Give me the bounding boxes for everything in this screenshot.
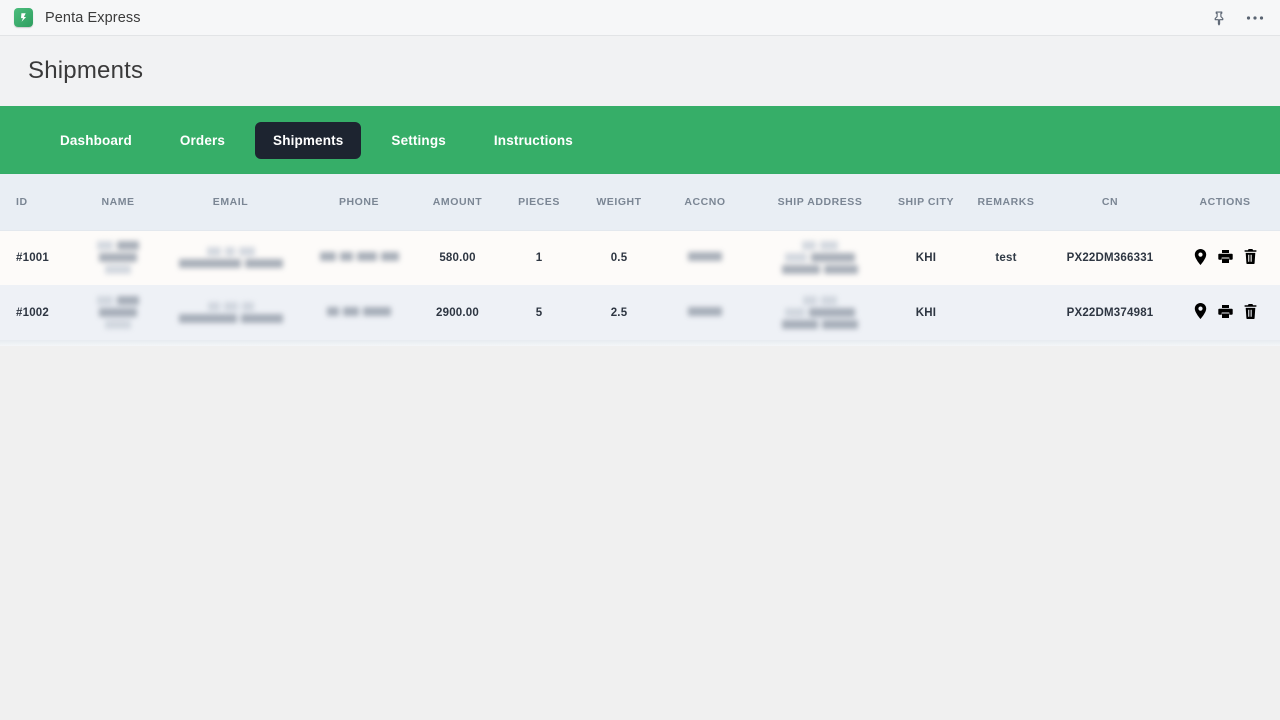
cell-actions	[1170, 285, 1280, 340]
delete-icon[interactable]	[1242, 303, 1258, 320]
redacted-name	[97, 296, 139, 329]
cell-email	[158, 285, 303, 340]
page-background	[0, 346, 1280, 688]
col-header-phone[interactable]: PHONE	[303, 174, 415, 231]
redacted-accno	[688, 306, 722, 316]
col-header-weight[interactable]: WEIGHT	[578, 174, 660, 231]
cell-weight: 2.5	[610, 306, 628, 319]
col-header-amount[interactable]: AMOUNT	[415, 174, 500, 231]
cell-pieces: 5	[535, 306, 543, 319]
cell-cn: PX22DM374981	[1066, 306, 1154, 319]
redacted-ship-address	[782, 296, 858, 329]
app-title: Penta Express	[45, 9, 141, 26]
track-location-icon[interactable]	[1192, 248, 1208, 265]
redacted-phone	[319, 251, 399, 261]
table-body: #1001 580.00 1 0.5 KHI test PX22DM366331…	[0, 230, 1280, 340]
cell-id: #1002	[16, 306, 49, 319]
table-head: ID NAME EMAIL PHONE AMOUNT PIECES WEIGHT…	[0, 174, 1280, 231]
col-header-remarks[interactable]: REMARKS	[962, 174, 1050, 231]
more-icon[interactable]	[1244, 7, 1266, 29]
page-title: Shipments	[28, 57, 144, 84]
print-icon[interactable]	[1217, 248, 1233, 265]
cell-phone	[303, 285, 415, 340]
cell-remarks: test	[995, 251, 1017, 264]
cell-ship-city: KHI	[915, 306, 937, 319]
page-header: Shipments	[0, 36, 1280, 106]
cell-accno	[660, 230, 750, 285]
col-header-accno[interactable]: ACCNO	[660, 174, 750, 231]
table-header-row: ID NAME EMAIL PHONE AMOUNT PIECES WEIGHT…	[0, 174, 1280, 231]
cell-name	[78, 285, 158, 340]
content-area: ID NAME EMAIL PHONE AMOUNT PIECES WEIGHT…	[0, 174, 1280, 688]
cell-id: #1001	[16, 251, 49, 264]
window-titlebar: Penta Express	[0, 0, 1280, 36]
nav-item-dashboard[interactable]: Dashboard	[42, 122, 150, 159]
col-header-ship-city[interactable]: SHIP CITY	[890, 174, 962, 231]
cell-name	[78, 230, 158, 285]
cell-pieces: 1	[535, 251, 543, 264]
col-header-name[interactable]: NAME	[78, 174, 158, 231]
cell-ship-city: KHI	[915, 251, 937, 264]
col-header-email[interactable]: EMAIL	[158, 174, 303, 231]
delete-icon[interactable]	[1242, 248, 1258, 265]
titlebar-actions	[1208, 0, 1266, 36]
pin-icon[interactable]	[1208, 7, 1230, 29]
cell-remarks	[962, 285, 1050, 340]
cell-weight: 0.5	[610, 251, 628, 264]
row-actions	[1192, 303, 1258, 320]
row-actions	[1192, 248, 1258, 265]
nav-item-settings[interactable]: Settings	[373, 122, 463, 159]
cell-ship-address	[750, 285, 890, 340]
print-icon[interactable]	[1217, 303, 1233, 320]
redacted-accno	[688, 251, 722, 261]
col-header-actions[interactable]: ACTIONS	[1170, 174, 1280, 231]
cell-accno	[660, 285, 750, 340]
cell-ship-address	[750, 230, 890, 285]
nav-item-orders[interactable]: Orders	[162, 122, 243, 159]
redacted-ship-address	[782, 241, 858, 275]
redacted-email	[178, 247, 283, 269]
shipments-table: ID NAME EMAIL PHONE AMOUNT PIECES WEIGHT…	[0, 174, 1280, 340]
track-location-icon[interactable]	[1192, 303, 1208, 320]
table-row[interactable]: #1002 2900.00 5 2.5 KHI PX22DM374981	[0, 285, 1280, 340]
nav-item-instructions[interactable]: Instructions	[476, 122, 591, 159]
table-row[interactable]: #1001 580.00 1 0.5 KHI test PX22DM366331	[0, 230, 1280, 285]
cell-actions	[1170, 230, 1280, 285]
col-header-id[interactable]: ID	[0, 174, 78, 231]
cell-amount: 580.00	[439, 251, 476, 264]
cell-cn: PX22DM366331	[1066, 251, 1154, 264]
cell-email	[158, 230, 303, 285]
penta-logo-icon	[14, 8, 33, 27]
col-header-pieces[interactable]: PIECES	[500, 174, 578, 231]
cell-amount: 2900.00	[436, 306, 479, 319]
redacted-email	[178, 302, 283, 323]
shipments-table-card: ID NAME EMAIL PHONE AMOUNT PIECES WEIGHT…	[0, 174, 1280, 346]
redacted-name	[97, 241, 139, 275]
cell-phone	[303, 230, 415, 285]
main-navigation: Dashboard Orders Shipments Settings Inst…	[0, 106, 1280, 174]
col-header-cn[interactable]: CN	[1050, 174, 1170, 231]
redacted-phone	[327, 306, 391, 316]
col-header-ship-address[interactable]: SHIP ADDRESS	[750, 174, 890, 231]
nav-item-shipments[interactable]: Shipments	[255, 121, 362, 159]
